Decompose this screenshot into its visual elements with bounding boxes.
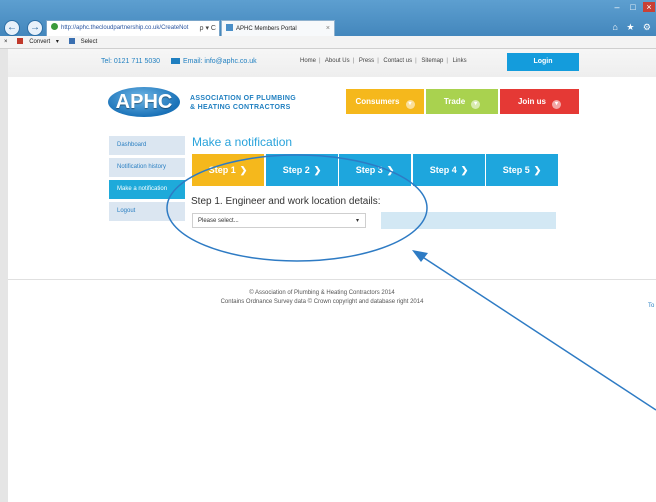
tab-close-icon[interactable]: × — [326, 21, 330, 37]
tab-step-4[interactable]: Step 4 ❯ — [413, 154, 485, 186]
chevron-down-icon: ▾ — [405, 100, 415, 109]
top-link-about[interactable]: About Us — [325, 58, 350, 64]
back-arrow-icon: ← — [7, 22, 17, 33]
to-top-link[interactable]: To — [648, 303, 654, 309]
close-window-button[interactable]: × — [643, 2, 655, 12]
consumers-label: Consumers — [355, 97, 400, 106]
top-links: Home | About Us | Press | Contact us | Sitem… — [300, 58, 467, 64]
pdf-icon — [17, 38, 24, 44]
address-text: http://aphc.thecloudpartnership.co.uk/Cr… — [61, 25, 189, 31]
maximize-button[interactable]: □ — [627, 2, 639, 12]
top-link-sitemap[interactable]: Sitemap — [421, 58, 443, 64]
trade-menu[interactable]: Trade ▾ — [426, 89, 498, 114]
sidebar-item-make-notification[interactable]: Make a notification — [109, 180, 185, 199]
join-label: Join us — [517, 97, 546, 106]
sidebar-item-dashboard[interactable]: Dashboard — [109, 136, 185, 155]
step-label: Step 2 — [282, 165, 310, 175]
page: Tel: 0121 711 5030 Email: info@aphc.co.u… — [8, 49, 656, 502]
engineer-select[interactable]: Please select... ▾ — [192, 213, 366, 228]
mail-icon — [171, 58, 180, 64]
top-link-home[interactable]: Home — [300, 58, 316, 64]
step-label: Step 3 — [355, 165, 383, 175]
step-label: Step 1 — [208, 165, 236, 175]
favicon-icon — [226, 24, 233, 31]
chevron-down-icon: ▾ — [471, 100, 481, 109]
site-icon — [51, 23, 58, 30]
forward-button[interactable]: → — [27, 20, 43, 36]
separator: | — [446, 58, 448, 64]
separator: | — [319, 58, 321, 64]
os-notice-text: Contains Ordnance Survey data © Crown co… — [220, 299, 424, 305]
select-icon — [68, 38, 75, 44]
chevron-right-icon: ❯ — [533, 165, 542, 175]
forward-arrow-icon: → — [30, 22, 40, 33]
browser-toolbar-icons[interactable]: ⌂ ★ ⚙ — [612, 22, 654, 33]
email-link[interactable]: Email: info@aphc.co.uk — [171, 58, 257, 65]
location-field[interactable] — [381, 212, 556, 229]
consumers-menu[interactable]: Consumers ▾ — [346, 89, 424, 114]
trade-label: Trade — [443, 97, 466, 106]
chevron-down-icon: ▾ — [355, 218, 359, 224]
utility-bar: Tel: 0121 711 5030 Email: info@aphc.co.u… — [8, 49, 656, 78]
tab-step-2[interactable]: Step 2 ❯ — [266, 154, 338, 186]
step-heading: Step 1. Engineer and work location detai… — [191, 196, 381, 207]
window-left-edge — [0, 49, 8, 502]
footer-copyright: © Association of Plumbing & Heating Cont… — [8, 290, 656, 296]
select-button[interactable]: Select — [65, 38, 98, 45]
sidebar: Dashboard Notification history Make a no… — [109, 136, 185, 224]
separator: | — [352, 58, 355, 64]
logo-tagline: Association Of Plumbing & Heating Contra… — [190, 94, 296, 112]
browser-tab[interactable]: APHC Members Portal × — [221, 20, 335, 37]
separator: | — [415, 58, 417, 64]
phone-number[interactable]: Tel: 0121 711 5030 — [101, 58, 160, 65]
cmd-close-icon[interactable]: × — [4, 39, 8, 45]
chevron-right-icon: ❯ — [460, 165, 469, 175]
sidebar-item-logout[interactable]: Logout — [109, 202, 185, 221]
chevron-right-icon: ❯ — [313, 165, 322, 175]
tab-step-3[interactable]: Step 3 ❯ — [339, 154, 411, 186]
email-text: Email: info@aphc.co.uk — [183, 58, 257, 65]
tab-step-5[interactable]: Step 5 ❯ — [486, 154, 558, 186]
select-value: Please select... — [198, 218, 239, 224]
sidebar-item-notification-history[interactable]: Notification history — [109, 158, 185, 177]
logo-line-2: & Heating Contractors — [190, 104, 291, 111]
convert-dropdown-icon: ▾ — [55, 39, 59, 45]
tab-title: APHC Members Portal — [236, 26, 297, 32]
aphc-logo[interactable]: APHC — [108, 87, 180, 117]
convert-button[interactable]: Convert ▾ — [13, 38, 59, 45]
chevron-right-icon: ❯ — [386, 165, 395, 175]
copyright-text: © Association of Plumbing & Heating Cont… — [249, 290, 395, 296]
join-menu[interactable]: Join us ▾ — [500, 89, 579, 114]
step-label: Step 4 — [429, 165, 457, 175]
command-bar: × Convert ▾ Select — [0, 36, 656, 49]
top-link-contact[interactable]: Contact us — [383, 58, 412, 64]
step-tabs: Step 1 ❯ Step 2 ❯ Step 3 ❯ Step 4 ❯ Step 5 ❯ — [192, 154, 560, 186]
top-link-press[interactable]: Press — [359, 58, 374, 64]
address-controls[interactable]: ρ ▾ C — [200, 21, 216, 36]
page-title: Make a notification — [192, 135, 293, 149]
browser-chrome: ← → http://aphc.thecloudpartnership.co.u… — [0, 0, 656, 49]
login-button[interactable]: Login — [507, 53, 579, 71]
chevron-down-icon: ▾ — [552, 100, 561, 109]
back-button[interactable]: ← — [4, 20, 20, 36]
address-bar[interactable]: http://aphc.thecloudpartnership.co.uk/Cr… — [46, 20, 220, 37]
tab-step-1[interactable]: Step 1 ❯ — [192, 154, 264, 186]
top-link-links[interactable]: Links — [453, 58, 467, 64]
logo-line-1: Association Of Plumbing — [190, 95, 296, 102]
minimize-button[interactable]: – — [611, 2, 623, 12]
footer-os-notice: Contains Ordnance Survey data © Crown co… — [8, 299, 656, 305]
step-label: Step 5 — [502, 165, 530, 175]
select-label: Select — [80, 39, 98, 45]
chevron-right-icon: ❯ — [239, 165, 248, 175]
footer-divider — [8, 279, 656, 280]
site-header: APHC Association Of Plumbing & Heating C… — [8, 77, 656, 129]
convert-label: Convert — [29, 39, 51, 45]
separator: | — [377, 58, 379, 64]
